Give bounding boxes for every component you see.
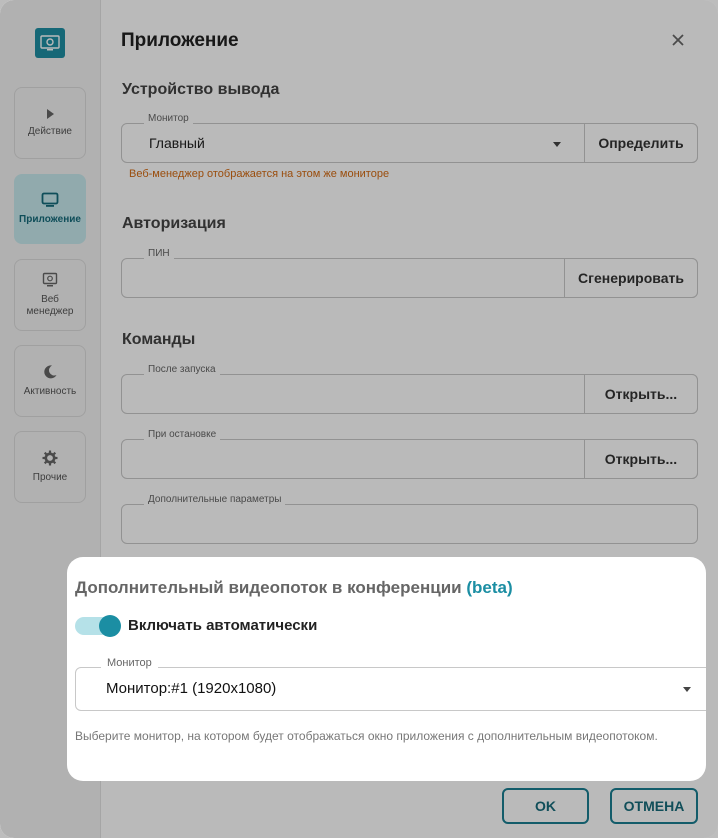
- auto-enable-toggle[interactable]: [75, 615, 121, 637]
- stream-monitor-select[interactable]: Монитор Монитор:#1 (1920x1080): [75, 657, 706, 711]
- extra-video-stream-title-text: Дополнительный видеопоток в конференции: [75, 578, 462, 597]
- beta-badge: (beta): [466, 578, 513, 597]
- extra-video-stream-card: Дополнительный видеопоток в конференции …: [67, 557, 706, 781]
- extra-video-stream-title: Дополнительный видеопоток в конференции …: [75, 578, 513, 598]
- toggle-thumb: [99, 615, 121, 637]
- stream-monitor-value: Монитор:#1 (1920x1080): [106, 680, 277, 697]
- app-window: Действие Приложение Веб менеджер Активно…: [0, 0, 718, 838]
- stream-monitor-label: Монитор: [101, 657, 158, 669]
- stream-monitor-hint: Выберите монитор, на котором будет отобр…: [75, 729, 658, 743]
- auto-enable-label: Включать автоматически: [128, 617, 318, 634]
- chevron-down-icon: [683, 687, 691, 692]
